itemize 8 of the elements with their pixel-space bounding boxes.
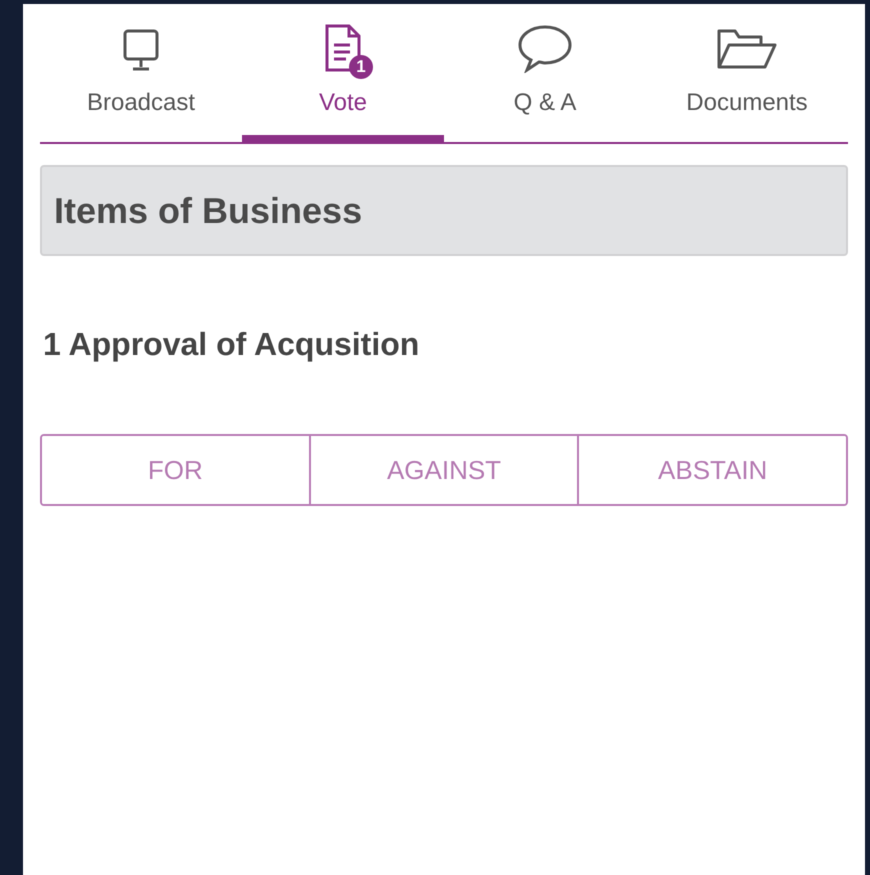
tab[interactable]: 1 Vote <box>242 4 444 142</box>
tab[interactable]: Q & A <box>444 4 646 142</box>
tab[interactable]: Documents <box>646 4 848 142</box>
tab[interactable]: Broadcast <box>40 4 242 142</box>
section-title: Items of Business <box>54 188 362 232</box>
monitor-icon <box>121 27 161 73</box>
item-title: 1 Approval of Acqusition <box>43 325 420 364</box>
count-badge: 1 <box>349 55 373 79</box>
